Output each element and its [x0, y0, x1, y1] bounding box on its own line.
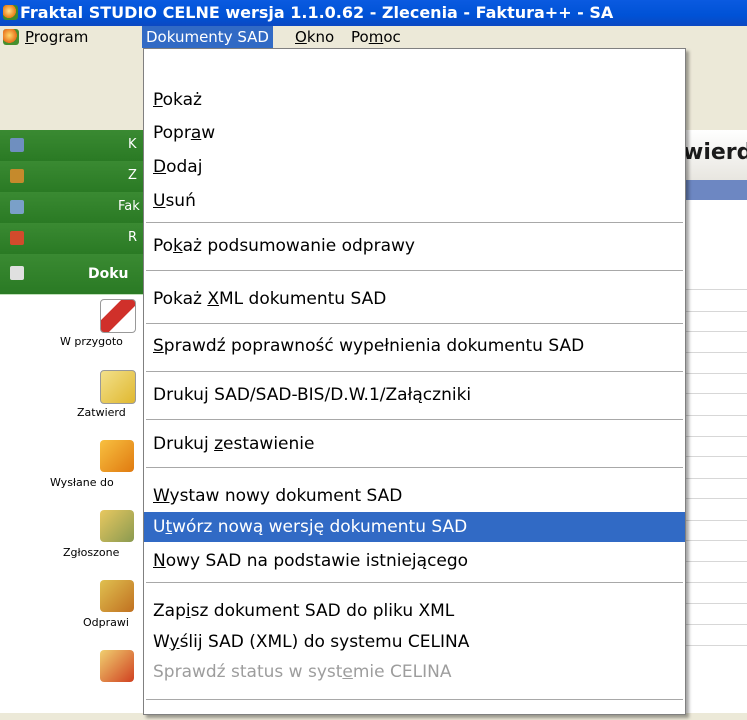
box-icon	[10, 169, 24, 183]
menu-dokumenty-sad[interactable]: Dokumenty SAD	[142, 26, 273, 48]
menu-pomoc[interactable]: Pomoc	[347, 26, 405, 48]
app-menu-icon[interactable]	[3, 29, 19, 45]
sidebar-item-zatwierdzone[interactable]: Zatwierd	[0, 370, 154, 440]
send-arrow-icon	[100, 440, 134, 472]
menu-separator	[146, 371, 683, 372]
menu-separator	[146, 582, 683, 583]
sidebar-item-next[interactable]	[0, 650, 154, 720]
menu-program[interactable]: Program	[21, 26, 92, 48]
menu-item-drukuj-sad[interactable]: Drukuj SAD/SAD-BIS/D.W.1/Załączniki	[144, 380, 685, 410]
menu-item-dodaj[interactable]: Dodaj	[144, 152, 685, 182]
document-icon	[10, 266, 24, 280]
sidebar-category-3[interactable]: Fak	[0, 192, 154, 224]
menu-bar: Program Dokumenty SAD Okno Pomoc	[0, 26, 747, 48]
cleared-icon	[100, 580, 134, 612]
menu-item-popraw[interactable]: Popraw	[144, 118, 685, 148]
menu-separator	[146, 323, 683, 324]
sidebar-item-zgloszone[interactable]: Zgłoszone	[0, 510, 154, 580]
window-title: Fraktal STUDIO CELNE wersja 1.1.0.62 - Z…	[20, 3, 614, 22]
menu-item-sprawdz-status: Sprawdź status w systemie CELINA	[153, 662, 452, 682]
menu-item-wyslij-celina[interactable]: Wyślij SAD (XML) do systemu CELINA	[144, 627, 685, 657]
menu-separator	[146, 222, 683, 223]
menu-item-nowy-sad-na-podstawie[interactable]: Nowy SAD na podstawie istniejącego	[144, 546, 685, 576]
menu-separator	[146, 467, 683, 468]
menu-item-sprawdz-poprawnosc[interactable]: Sprawdź poprawność wypełnienia dokumentu…	[144, 331, 685, 361]
sidebar-item-wyslane[interactable]: Wysłane do	[0, 440, 154, 510]
declared-icon	[100, 510, 134, 542]
sidebar-category-dokumenty[interactable]: Doku	[0, 254, 154, 295]
folder-icon	[10, 138, 24, 152]
menu-item-utworz-nowa-wersje[interactable]: Utwórz nową wersję dokumentu SAD	[144, 512, 685, 542]
menu-item-wystaw-nowy[interactable]: Wystaw nowy dokument SAD	[144, 481, 685, 511]
edit-document-icon	[100, 299, 136, 333]
title-bar[interactable]: Fraktal STUDIO CELNE wersja 1.1.0.62 - Z…	[0, 0, 747, 26]
sidebar-item-odprawione[interactable]: Odprawi	[0, 580, 154, 650]
app-icon	[3, 5, 18, 20]
menu-separator	[146, 419, 683, 420]
menu-separator	[146, 699, 683, 700]
invoice-icon	[10, 200, 24, 214]
approve-check-icon	[100, 370, 136, 404]
menu-separator	[146, 270, 683, 271]
menu-item-pokaz-podsumowanie[interactable]: Pokaż podsumowanie odprawy	[144, 231, 685, 261]
menu-item-pokaz[interactable]: Pokaż	[144, 85, 685, 115]
sidebar-category-2[interactable]: Z	[0, 161, 154, 193]
menu-item-zapisz-xml[interactable]: Zapisz dokument SAD do pliku XML	[144, 596, 685, 626]
menu-item-drukuj-zestawienie[interactable]: Drukuj zestawienie	[144, 429, 685, 459]
dokumenty-sad-dropdown: Pokaż Popraw Dodaj Usuń Pokaż podsumowan…	[143, 48, 686, 715]
sidebar-category-4[interactable]: R	[0, 223, 154, 255]
menu-okno[interactable]: Okno	[291, 26, 338, 48]
report-icon	[10, 231, 24, 245]
archive-icon	[100, 650, 134, 682]
sidebar-item-w-przygotowaniu[interactable]: W przygoto	[0, 295, 154, 365]
sidebar: K Z Fak R Doku W przygoto Zatwierd Wysła…	[0, 130, 154, 713]
menu-item-usun[interactable]: Usuń	[144, 186, 685, 216]
content-title: wierd	[683, 140, 747, 165]
sidebar-category-1[interactable]: K	[0, 130, 154, 162]
menu-item-pokaz-xml[interactable]: Pokaż XML dokumentu SAD	[144, 284, 685, 314]
